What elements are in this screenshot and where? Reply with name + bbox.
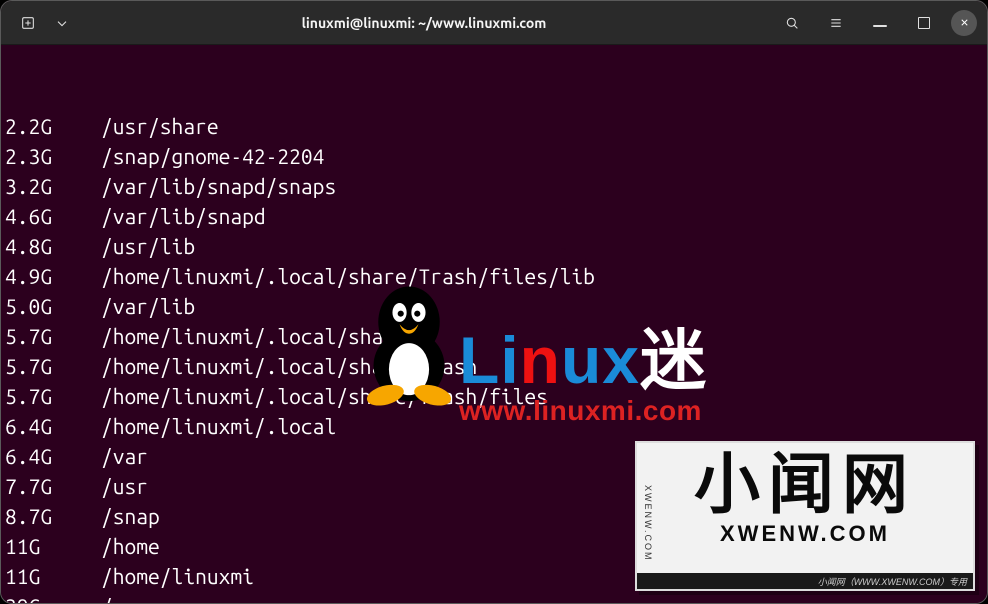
size-cell: 8.7G bbox=[5, 501, 101, 531]
output-row: 2.2G/usr/share bbox=[5, 111, 987, 141]
path-cell: /home/linuxmi/.local/share/Trash/files bbox=[101, 381, 548, 411]
output-row: 4.9G/home/linuxmi/.local/share/Trash/fil… bbox=[5, 261, 987, 291]
output-row: 5.0G/var/lib bbox=[5, 291, 987, 321]
size-cell: 4.9G bbox=[5, 261, 101, 291]
output-row: 2.3G/snap/gnome-42-2204 bbox=[5, 141, 987, 171]
output-row: 8.7G/snap bbox=[5, 501, 987, 531]
search-icon bbox=[784, 15, 800, 31]
path-cell: /home bbox=[101, 531, 160, 561]
path-cell: /usr bbox=[101, 471, 148, 501]
size-cell: 11G bbox=[5, 531, 101, 561]
size-cell: 3.2G bbox=[5, 171, 101, 201]
path-cell: / bbox=[101, 591, 113, 604]
path-cell: /snap/gnome-42-2204 bbox=[101, 141, 324, 171]
size-cell: 5.7G bbox=[5, 381, 101, 411]
path-cell: /var/lib/snapd bbox=[101, 201, 266, 231]
output-row: 11G/home bbox=[5, 531, 987, 561]
window-title: linuxmi@linuxmi: ~/www.linuxmi.com bbox=[73, 15, 775, 31]
size-cell: 2.3G bbox=[5, 141, 101, 171]
new-tab-icon bbox=[20, 15, 36, 31]
output-row: 5.7G/home/linuxmi/.local/share bbox=[5, 321, 987, 351]
path-cell: /home/linuxmi/.local/share bbox=[101, 321, 407, 351]
size-cell: 5.0G bbox=[5, 291, 101, 321]
size-cell: 6.4G bbox=[5, 441, 101, 471]
close-button[interactable] bbox=[951, 10, 977, 36]
size-cell: 11G bbox=[5, 561, 101, 591]
path-cell: /usr/share bbox=[101, 111, 219, 141]
output-row: 4.6G/var/lib/snapd bbox=[5, 201, 987, 231]
size-cell: 7.7G bbox=[5, 471, 101, 501]
maximize-icon bbox=[918, 17, 930, 29]
terminal-window: linuxmi@linuxmi: ~/www.linuxmi.com 2.2G/… bbox=[0, 0, 988, 604]
size-cell: 39G bbox=[5, 591, 101, 604]
path-cell: /home/linuxmi/.local bbox=[101, 411, 336, 441]
hamburger-menu-icon bbox=[828, 15, 844, 31]
output-row: 39G/ bbox=[5, 591, 987, 604]
minimize-button[interactable] bbox=[863, 8, 897, 38]
path-cell: /home/linuxmi/.local/share/Trash bbox=[101, 351, 477, 381]
output-row: 6.4G/home/linuxmi/.local bbox=[5, 411, 987, 441]
size-cell: 5.7G bbox=[5, 351, 101, 381]
path-cell: /var/lib bbox=[101, 291, 195, 321]
path-cell: /var bbox=[101, 441, 148, 471]
menu-button[interactable] bbox=[819, 8, 853, 38]
minimize-icon bbox=[873, 25, 887, 27]
size-cell: 5.7G bbox=[5, 321, 101, 351]
close-icon bbox=[959, 17, 970, 28]
path-cell: /snap bbox=[101, 501, 160, 531]
output-row: 7.7G/usr bbox=[5, 471, 987, 501]
output-row: 5.7G/home/linuxmi/.local/share/Trash bbox=[5, 351, 987, 381]
size-cell: 6.4G bbox=[5, 411, 101, 441]
path-cell: /usr/lib bbox=[101, 231, 195, 261]
output-row: 5.7G/home/linuxmi/.local/share/Trash/fil… bbox=[5, 381, 987, 411]
size-cell: 4.6G bbox=[5, 201, 101, 231]
size-cell: 2.2G bbox=[5, 111, 101, 141]
titlebar: linuxmi@linuxmi: ~/www.linuxmi.com bbox=[1, 1, 987, 45]
output-row: 3.2G/var/lib/snapd/snaps bbox=[5, 171, 987, 201]
search-button[interactable] bbox=[775, 8, 809, 38]
terminal-body[interactable]: 2.2G/usr/share2.3G/snap/gnome-42-22043.2… bbox=[1, 45, 987, 603]
chevron-down-icon bbox=[54, 15, 70, 31]
path-cell: /var/lib/snapd/snaps bbox=[101, 171, 336, 201]
output-row: 4.8G/usr/lib bbox=[5, 231, 987, 261]
output-row: 6.4G/var bbox=[5, 441, 987, 471]
path-cell: /home/linuxmi/.local/share/Trash/files/l… bbox=[101, 261, 595, 291]
path-cell: /home/linuxmi bbox=[101, 561, 254, 591]
new-tab-button[interactable] bbox=[11, 8, 45, 38]
tab-dropdown-button[interactable] bbox=[51, 8, 73, 38]
maximize-button[interactable] bbox=[907, 8, 941, 38]
size-cell: 4.8G bbox=[5, 231, 101, 261]
output-row: 11G/home/linuxmi bbox=[5, 561, 987, 591]
